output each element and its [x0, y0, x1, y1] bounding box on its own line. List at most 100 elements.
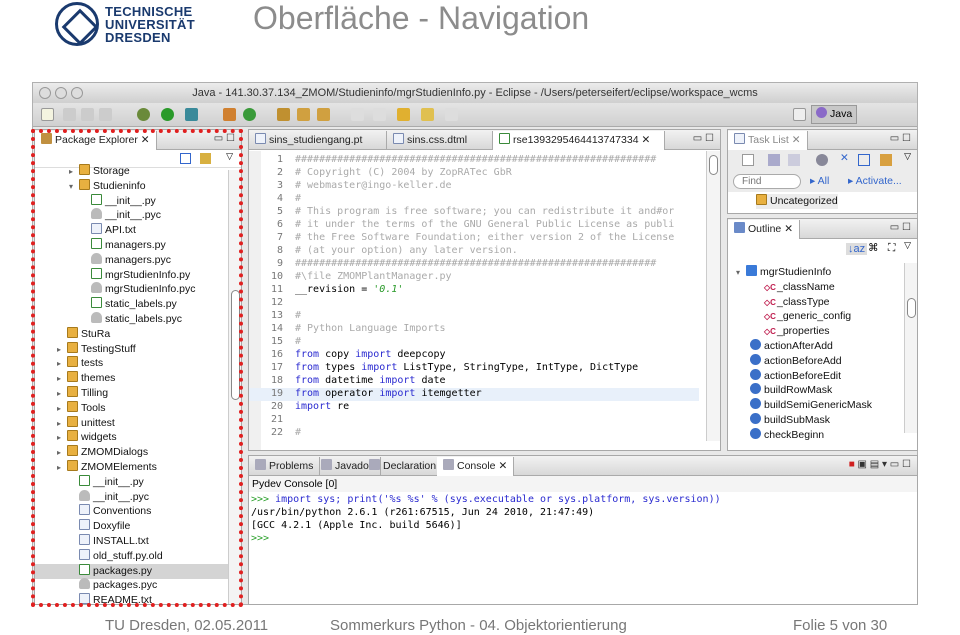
- line-number: 9: [276, 258, 283, 269]
- tab-declaration[interactable]: Declaration: [363, 457, 444, 476]
- scheduled-icon[interactable]: [788, 154, 800, 166]
- task-find-input[interactable]: [733, 174, 801, 189]
- console-toolbar[interactable]: ■ ▣ ▤ ▾ ▭ ☐: [849, 459, 911, 470]
- expand-icon[interactable]: ⛶: [888, 242, 895, 255]
- line-number: 12: [270, 297, 283, 308]
- run-icon[interactable]: [161, 108, 174, 121]
- save-icon[interactable]: [63, 108, 76, 121]
- code-line[interactable]: 1 #######################################…: [249, 154, 699, 167]
- tab-task-list[interactable]: Task List ✕: [728, 131, 808, 150]
- code-line[interactable]: 6 # it under the terms of the GNU General…: [249, 219, 699, 232]
- close-window-button[interactable]: [39, 87, 51, 99]
- outline-attribute[interactable]: ◇C_className: [764, 280, 835, 295]
- attribute-icon: ◇C: [764, 297, 776, 307]
- activate-link[interactable]: ▸ Activate...: [848, 175, 902, 187]
- code-line[interactable]: 15 #: [249, 336, 699, 349]
- code-line[interactable]: 7 # the Free Software Foundation; either …: [249, 232, 699, 245]
- outline-method[interactable]: checkBeginn: [750, 427, 824, 443]
- forward-icon[interactable]: [445, 108, 458, 121]
- window-title: Java - 141.30.37.134_ZMOM/Studieninfo/mg…: [192, 87, 758, 99]
- back-icon[interactable]: [421, 108, 434, 121]
- outline-method[interactable]: buildRowMask: [750, 383, 832, 398]
- zoom-window-button[interactable]: [71, 87, 83, 99]
- code-line[interactable]: 11 __revision = '0.1': [249, 284, 699, 297]
- outline-scrollbar[interactable]: [904, 263, 917, 433]
- line-number: 15: [270, 336, 283, 347]
- outline-class[interactable]: ▾ mgrStudienInfo: [736, 265, 831, 280]
- open-type-icon[interactable]: [277, 108, 290, 121]
- code-line[interactable]: 8 # (at your option) any later version.: [249, 245, 699, 258]
- debug-icon[interactable]: [137, 108, 150, 121]
- code-line[interactable]: 19 from operator import itemgetter: [249, 388, 699, 401]
- outline-method[interactable]: actionBeforeAdd: [750, 353, 842, 369]
- code-line[interactable]: 17 from types import ListType, StringType…: [249, 362, 699, 375]
- main-toolbar: Java: [33, 103, 917, 127]
- new-icon[interactable]: [41, 108, 54, 121]
- open-perspective-icon[interactable]: [793, 108, 806, 121]
- view-menu-icon[interactable]: ▽: [904, 151, 911, 162]
- code-line[interactable]: 16 from copy import deepcopy: [249, 349, 699, 362]
- tab-editor-1[interactable]: sins_studiengang.pt: [249, 131, 387, 150]
- tab-problems[interactable]: Problems: [249, 457, 321, 476]
- code-line[interactable]: 20 import re: [249, 401, 699, 414]
- print-icon[interactable]: [99, 108, 112, 121]
- category-uncategorized[interactable]: Uncategorized: [756, 194, 838, 209]
- code-text: ########################################…: [295, 154, 657, 165]
- outline-method[interactable]: actionBeforeEdit: [750, 368, 841, 384]
- line-number: 1: [276, 154, 283, 165]
- tab-editor-3[interactable]: rse1393295464413747334 ✕: [493, 131, 665, 150]
- collapse-all-icon[interactable]: [858, 154, 870, 166]
- outline-method[interactable]: buildSubMask: [750, 413, 830, 428]
- focus-icon[interactable]: [816, 154, 828, 166]
- minimize-maximize-buttons[interactable]: ▭ ☐: [693, 133, 714, 144]
- outline-attribute[interactable]: ◇C_classType: [764, 295, 830, 310]
- all-link[interactable]: ▸ All: [810, 175, 829, 187]
- code-line[interactable]: 10 #\file ZMOMPlantManager.py: [249, 271, 699, 284]
- next-annotation-icon[interactable]: [351, 108, 364, 121]
- search-icon[interactable]: [317, 108, 330, 121]
- minimize-window-button[interactable]: [55, 87, 67, 99]
- collapse-icon[interactable]: ⌘: [868, 242, 879, 254]
- code-line[interactable]: 2 # Copyright (C) 2004 by ZopRATec GbR: [249, 167, 699, 180]
- outline-method[interactable]: buildSemiGenericMask: [750, 398, 872, 413]
- line-number: 18: [270, 375, 283, 386]
- code-line[interactable]: 4 #: [249, 193, 699, 206]
- code-line[interactable]: 18 from datetime import date: [249, 375, 699, 388]
- code-line[interactable]: 14 # Python Language Imports: [249, 323, 699, 336]
- line-number: 4: [276, 193, 283, 204]
- code-text: from datetime import date: [295, 375, 446, 386]
- open-task-icon[interactable]: [297, 108, 310, 121]
- new-package-icon[interactable]: [223, 108, 236, 121]
- outline-method[interactable]: actionAfterAdd: [750, 339, 833, 354]
- save-all-icon[interactable]: [81, 108, 94, 121]
- new-class-icon[interactable]: [243, 108, 256, 121]
- sort-icon[interactable]: ↓az: [846, 243, 868, 255]
- minimize-maximize-buttons[interactable]: ▭ ☐: [890, 222, 911, 233]
- code-line[interactable]: 22 #: [249, 427, 699, 440]
- minimize-maximize-buttons[interactable]: ▭ ☐: [890, 133, 911, 144]
- code-line[interactable]: 3 # webmaster@ingo-keller.de: [249, 180, 699, 193]
- editor-scrollbar[interactable]: [706, 151, 720, 441]
- new-task-icon[interactable]: [742, 154, 754, 166]
- code-line[interactable]: 9 #######################################…: [249, 258, 699, 271]
- code-line[interactable]: 12: [249, 297, 699, 310]
- categorized-icon[interactable]: [768, 154, 780, 166]
- tab-editor-2[interactable]: sins.css.dtml: [387, 131, 493, 150]
- outline-attribute[interactable]: ◇C_generic_config: [764, 309, 851, 324]
- console-icon: [443, 459, 454, 470]
- line-number: 19: [270, 388, 283, 399]
- method-icon: [750, 427, 761, 439]
- code-line[interactable]: 5 # This program is free software; you ca…: [249, 206, 699, 219]
- view-menu-icon[interactable]: ▽: [904, 240, 911, 251]
- tab-console[interactable]: Console ✕: [437, 457, 515, 476]
- external-tools-icon[interactable]: [185, 108, 198, 121]
- tab-outline[interactable]: Outline ✕: [728, 220, 800, 239]
- hide-completed-icon[interactable]: ✕: [840, 152, 849, 164]
- synchronize-icon[interactable]: [880, 154, 892, 166]
- previous-annotation-icon[interactable]: [373, 108, 386, 121]
- code-line[interactable]: 13 #: [249, 310, 699, 323]
- last-edit-icon[interactable]: [397, 108, 410, 121]
- outline-attribute[interactable]: ◇C_properties: [764, 324, 830, 339]
- perspective-java-button[interactable]: Java: [811, 105, 858, 124]
- code-line[interactable]: 21: [249, 414, 699, 427]
